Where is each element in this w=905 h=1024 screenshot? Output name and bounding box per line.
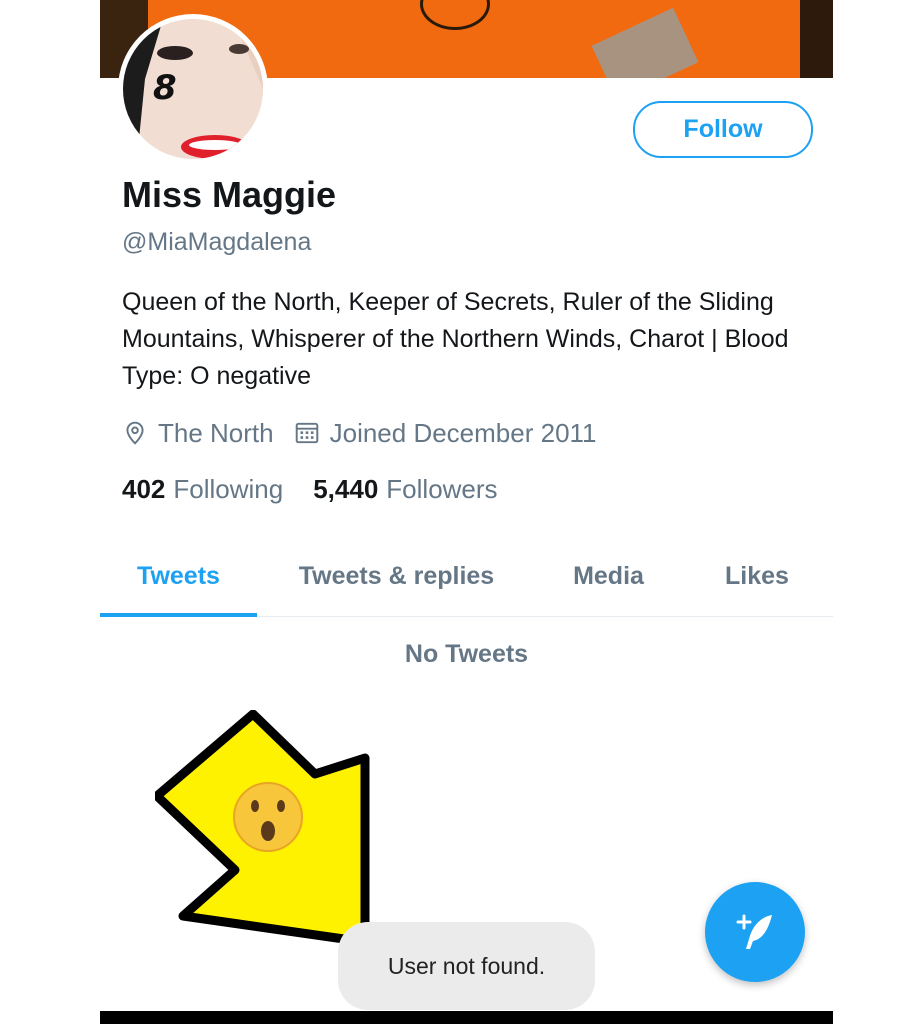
system-nav-bar <box>100 1011 833 1024</box>
followers-label: Followers <box>386 474 498 504</box>
profile-tabs: Tweets Tweets & replies Media Likes <box>100 536 833 617</box>
tab-likes[interactable]: Likes <box>681 536 833 616</box>
profile-bio: Queen of the North, Keeper of Secrets, R… <box>122 288 789 390</box>
display-name: Miss Maggie <box>122 174 337 215</box>
profile-meta: The North Joined December 2011 <box>122 416 597 450</box>
followers-stat[interactable]: 5,440 Followers <box>313 474 497 505</box>
banner-edge <box>800 0 833 78</box>
tab-tweets-and-replies[interactable]: Tweets & replies <box>257 536 536 616</box>
profile-screen: 8 Follow Miss Maggie @MiaMagdalena Queen… <box>100 0 833 1024</box>
tab-tweets[interactable]: Tweets <box>100 536 257 617</box>
avatar-overlay-text: 8 <box>153 68 177 108</box>
empty-timeline-message: No Tweets <box>404 640 529 668</box>
following-label: Following <box>173 474 284 504</box>
profile-stats: 402 Following 5,440 Followers <box>122 474 498 505</box>
toast-message: User not found. <box>338 922 595 1010</box>
follow-button[interactable]: Follow <box>633 101 813 158</box>
profile-location: The North <box>122 418 274 449</box>
followers-count: 5,440 <box>313 474 379 504</box>
banner-logo-mark <box>420 0 490 30</box>
compose-tweet-icon <box>736 914 772 949</box>
user-handle: @MiaMagdalena <box>122 228 312 256</box>
following-count: 402 <box>122 474 166 504</box>
joined-text: Joined December 2011 <box>329 417 597 448</box>
following-stat[interactable]: 402 Following <box>122 474 283 505</box>
banner-shape <box>591 7 699 78</box>
profile-joined: Joined December 2011 <box>294 418 597 449</box>
compose-tweet-button[interactable] <box>705 882 805 982</box>
profile-avatar[interactable]: 8 <box>118 14 268 164</box>
location-text: The North <box>158 417 274 448</box>
tab-media[interactable]: Media <box>536 536 681 616</box>
avatar-photo: 8 <box>123 19 263 159</box>
astonished-face-emoji <box>233 782 303 852</box>
location-pin-icon <box>126 421 144 445</box>
calendar-icon <box>295 422 318 444</box>
